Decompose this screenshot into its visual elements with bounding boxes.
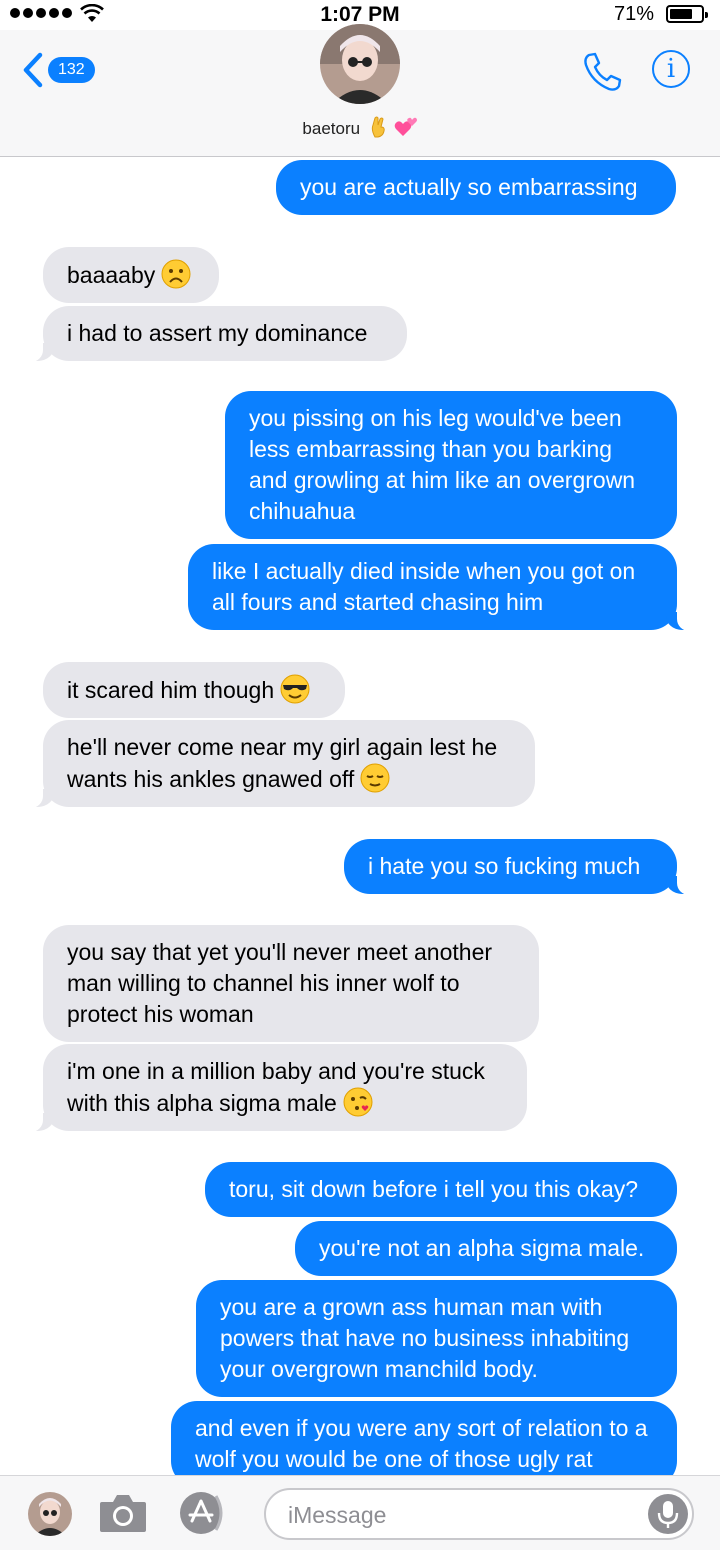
unread-count-badge: 132 [48,57,95,83]
received-message[interactable]: he'll never come near my girl again lest… [21,720,535,808]
battery-icon [666,5,708,23]
received-message[interactable]: baaaaby [43,247,219,303]
microphone-icon [657,1501,679,1528]
crossed-fingers-icon [371,116,385,138]
sent-message[interactable]: you are a grown ass human man with power… [196,1280,677,1397]
sent-message[interactable]: you're not an alpha sigma male. [295,1221,677,1276]
frowning-face-icon [161,259,191,289]
received-message[interactable]: it scared him though [43,662,345,718]
camera-icon[interactable] [98,1490,148,1536]
battery-percentage: 71% [614,3,655,25]
two-hearts-icon [394,117,417,136]
sent-message[interactable]: you are actually so embarrassing [276,160,676,215]
chevron-left-icon [23,52,43,88]
received-message[interactable]: you say that yet you'll never meet anoth… [43,925,539,1042]
app-store-icon[interactable] [178,1490,224,1536]
phone-icon[interactable] [580,50,624,94]
contact-avatar[interactable] [320,24,400,104]
sent-message[interactable]: you pissing on his leg would've been les… [225,391,677,539]
info-button[interactable]: i [652,50,690,88]
sent-message[interactable]: like I actually died inside when you got… [188,544,699,631]
info-icon: i [666,54,676,84]
memoji-avatar-button[interactable] [28,1492,72,1536]
sunglasses-face-icon [280,674,310,704]
sent-message[interactable]: toru, sit down before i tell you this ok… [205,1162,677,1217]
sent-message[interactable]: and even if you were any sort of relatio… [171,1401,677,1475]
relieved-face-icon [360,763,390,793]
message-thread[interactable]: you are actually so embarrassing baaaaby… [0,157,720,1475]
kissing-heart-face-icon [343,1087,373,1117]
conversation-header: 132 baetoru i [0,24,720,157]
received-message[interactable]: i had to assert my dominance [21,306,407,362]
received-message[interactable]: i'm one in a million baby and you're stu… [21,1044,527,1132]
contact-name[interactable]: baetoru [0,116,720,139]
message-input-placeholder: iMessage [288,1502,387,1528]
back-button[interactable]: 132 [22,52,95,88]
compose-bar: iMessage [0,1475,720,1550]
microphone-button[interactable] [648,1494,688,1534]
sent-message[interactable]: i hate you so fucking much [344,839,699,895]
message-input[interactable]: iMessage [264,1488,694,1540]
